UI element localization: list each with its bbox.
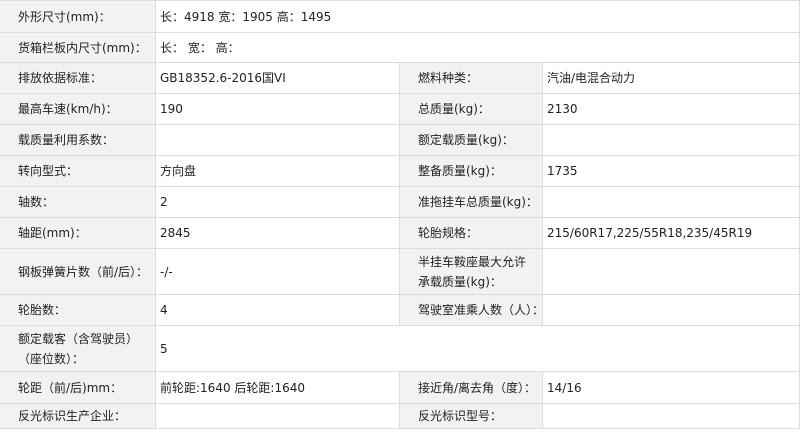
value-overall-dimensions: 长：4918 宽：1905 高：1495 [156, 1, 800, 33]
value-saddle-load [543, 249, 800, 295]
value-cab-passengers [543, 295, 800, 326]
label-rated-passengers: 额定载客（含驾驶员）（座位数）： [0, 326, 156, 372]
label-emission-standard: 排放依据标准： [0, 63, 156, 94]
value-axle-count: 2 [156, 187, 400, 218]
label-load-utilization: 载质量利用系数： [0, 125, 156, 156]
label-cab-passengers: 驾驶室准乘人数（人）： [400, 295, 543, 326]
label-saddle-load: 半挂车鞍座最大允许承载质量(kg)： [400, 249, 543, 295]
value-tire-spec: 215/60R17,225/55R18,235/45R19 [543, 218, 800, 249]
value-cargo-box-dimensions: 长： 宽： 高： [156, 33, 800, 63]
value-reflector-maker [156, 404, 400, 429]
label-track-width: 轮距（前/后)mm： [0, 372, 156, 404]
label-fuel-type: 燃料种类： [400, 63, 543, 94]
label-tire-count: 轮胎数： [0, 295, 156, 326]
value-reflector-model [543, 404, 800, 429]
label-reflector-model: 反光标识型号： [400, 404, 543, 429]
label-wheelbase: 轴距(mm)： [0, 218, 156, 249]
label-steering-type: 转向型式： [0, 156, 156, 187]
label-rated-load: 额定载质量(kg)： [400, 125, 543, 156]
value-wheelbase: 2845 [156, 218, 400, 249]
value-curb-mass: 1735 [543, 156, 800, 187]
value-rated-load [543, 125, 800, 156]
value-max-speed: 190 [156, 94, 400, 125]
value-emission-standard: GB18352.6-2016国VI [156, 63, 400, 94]
value-steering-type: 方向盘 [156, 156, 400, 187]
value-gross-mass: 2130 [543, 94, 800, 125]
label-reflector-maker: 反光标识生产企业： [0, 404, 156, 429]
label-tire-spec: 轮胎规格： [400, 218, 543, 249]
label-cargo-box-dimensions: 货箱栏板内尺寸(mm)： [0, 33, 156, 63]
label-gross-mass: 总质量(kg)： [400, 94, 543, 125]
label-axle-count: 轴数： [0, 187, 156, 218]
value-approach-departure: 14/16 [543, 372, 800, 404]
value-leaf-springs: -/- [156, 249, 400, 295]
label-approach-departure: 接近角/离去角（度）： [400, 372, 543, 404]
value-trailer-mass [543, 187, 800, 218]
value-rated-passengers: 5 [156, 326, 800, 372]
label-curb-mass: 整备质量(kg)： [400, 156, 543, 187]
value-track-width: 前轮距:1640 后轮距:1640 [156, 372, 400, 404]
value-load-utilization [156, 125, 400, 156]
value-fuel-type: 汽油/电混合动力 [543, 63, 800, 94]
label-trailer-mass: 准拖挂车总质量(kg)： [400, 187, 543, 218]
label-overall-dimensions: 外形尺寸(mm)： [0, 1, 156, 33]
value-tire-count: 4 [156, 295, 400, 326]
label-max-speed: 最高车速(km/h)： [0, 94, 156, 125]
vehicle-spec-table: 外形尺寸(mm)： 长：4918 宽：1905 高：1495 货箱栏板内尺寸(m… [0, 0, 800, 447]
label-leaf-springs: 钢板弹簧片数（前/后）： [0, 249, 156, 295]
